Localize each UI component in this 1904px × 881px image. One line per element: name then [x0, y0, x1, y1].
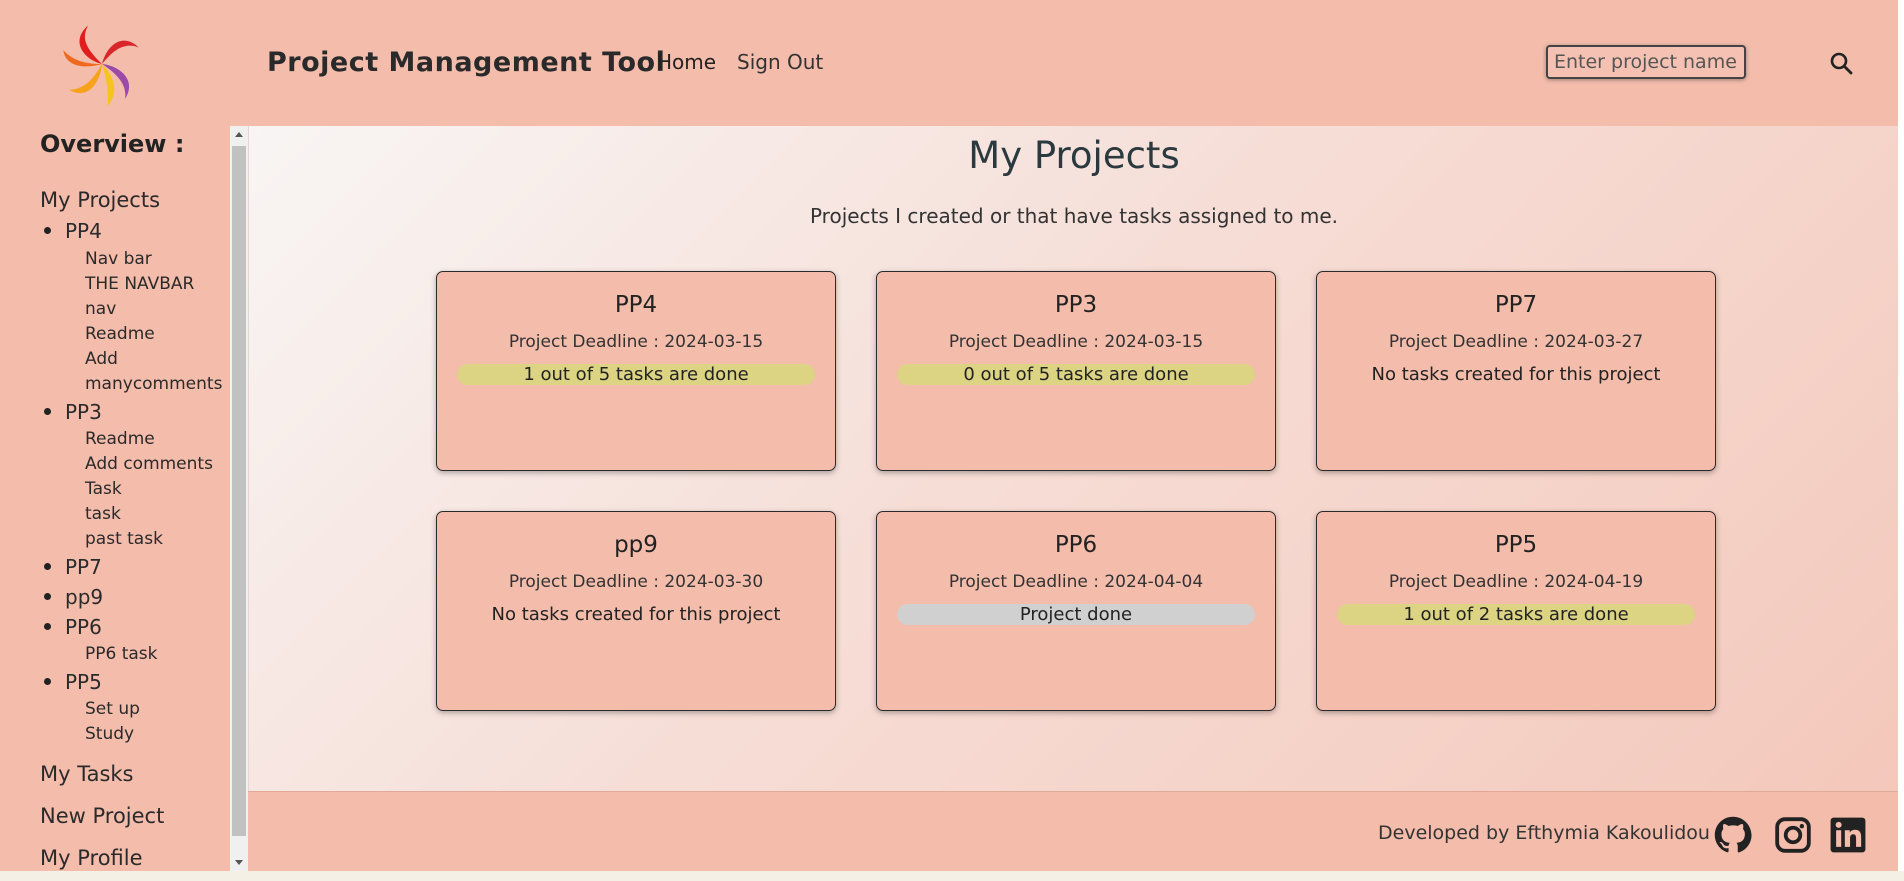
card-title: PP7 — [1494, 292, 1538, 318]
sidebar-my-tasks-link[interactable]: My Tasks — [40, 762, 134, 786]
page-title: My Projects — [968, 134, 1180, 177]
sidebar-project-pp4[interactable]: PP4 — [44, 219, 102, 243]
sidebar-task[interactable]: Task — [85, 477, 122, 502]
bullet — [44, 563, 51, 570]
sidebar-task[interactable]: nav — [85, 297, 116, 322]
sidebar: Overview : My Projects PP4 Nav bar THE N… — [0, 126, 230, 871]
sidebar-task[interactable]: THE NAVBAR — [85, 272, 194, 297]
bottom-edge — [0, 871, 1904, 881]
github-icon[interactable] — [1714, 816, 1752, 854]
card-status: No tasks created for this project — [491, 604, 781, 625]
search-icon[interactable] — [1829, 51, 1853, 75]
sidebar-task[interactable]: Add comments — [85, 452, 213, 477]
scroll-up-arrow-icon[interactable] — [230, 126, 248, 144]
project-card[interactable]: PP6 Project Deadline : 2024-04-04 Projec… — [876, 511, 1276, 711]
brand-title[interactable]: Project Management Tool — [267, 47, 665, 78]
project-card[interactable]: PP5 Project Deadline : 2024-04-19 1 out … — [1316, 511, 1716, 711]
sidebar-task[interactable]: Readme — [85, 427, 155, 452]
card-deadline: Project Deadline : 2024-03-15 — [508, 332, 764, 352]
instagram-icon[interactable] — [1774, 816, 1812, 854]
sidebar-scrollbar[interactable] — [230, 126, 248, 871]
top-navbar: Project Management Tool Home Sign Out — [0, 0, 1898, 126]
nav-signout-link[interactable]: Sign Out — [737, 50, 823, 74]
card-deadline: Project Deadline : 2024-03-27 — [1388, 332, 1644, 352]
card-status: 0 out of 5 tasks are done — [897, 364, 1255, 385]
sidebar-task[interactable]: Nav bar — [85, 247, 152, 272]
project-name: pp9 — [65, 585, 104, 609]
page-subtitle: Projects I created or that have tasks as… — [809, 204, 1339, 228]
sidebar-title: Overview : — [40, 130, 185, 158]
sidebar-task[interactable]: Add — [85, 347, 118, 372]
search-input[interactable] — [1546, 45, 1746, 79]
project-name: PP7 — [65, 555, 102, 579]
card-title: PP5 — [1494, 532, 1538, 558]
logo-icon[interactable] — [56, 18, 148, 110]
card-status: No tasks created for this project — [1371, 364, 1661, 385]
card-deadline: Project Deadline : 2024-04-19 — [1388, 572, 1644, 592]
project-name: PP6 — [65, 615, 102, 639]
project-card[interactable]: PP3 Project Deadline : 2024-03-15 0 out … — [876, 271, 1276, 471]
sidebar-my-profile-link[interactable]: My Profile — [40, 846, 143, 870]
sidebar-task[interactable]: PP6 task — [85, 642, 158, 667]
card-deadline: Project Deadline : 2024-04-04 — [948, 572, 1204, 592]
sidebar-my-projects-link[interactable]: My Projects — [40, 188, 160, 212]
sidebar-project-pp7[interactable]: PP7 — [44, 555, 102, 579]
card-title: PP6 — [1054, 532, 1098, 558]
bullet — [44, 623, 51, 630]
scroll-thumb[interactable] — [232, 146, 246, 836]
main-content: My Projects Projects I created or that h… — [248, 126, 1899, 791]
project-card[interactable]: PP4 Project Deadline : 2024-03-15 1 out … — [436, 271, 836, 471]
sidebar-project-pp9[interactable]: pp9 — [44, 585, 103, 609]
card-status: 1 out of 5 tasks are done — [457, 364, 815, 385]
card-title: PP4 — [614, 292, 658, 318]
card-title: pp9 — [614, 532, 658, 558]
card-deadline: Project Deadline : 2024-03-30 — [508, 572, 764, 592]
sidebar-task[interactable]: past task — [85, 527, 163, 552]
project-name: PP5 — [65, 670, 102, 694]
sidebar-task[interactable]: task — [85, 502, 121, 527]
nav-home-link[interactable]: Home — [657, 50, 716, 74]
project-name: PP3 — [65, 400, 102, 424]
sidebar-task[interactable]: Set up — [85, 697, 140, 722]
right-edge — [1898, 0, 1904, 871]
card-title: PP3 — [1054, 292, 1098, 318]
project-card[interactable]: pp9 Project Deadline : 2024-03-30 No tas… — [436, 511, 836, 711]
sidebar-project-pp6[interactable]: PP6 — [44, 615, 102, 639]
sidebar-project-pp3[interactable]: PP3 — [44, 400, 102, 424]
project-card[interactable]: PP7 Project Deadline : 2024-03-27 No tas… — [1316, 271, 1716, 471]
footer: Developed by Efthymia Kakoulidou — [248, 791, 1898, 872]
sidebar-task[interactable]: manycomments — [85, 372, 222, 397]
bullet — [44, 593, 51, 600]
footer-credit: Developed by Efthymia Kakoulidou — [1378, 822, 1710, 844]
card-status: Project done — [897, 604, 1255, 625]
card-status: 1 out of 2 tasks are done — [1337, 604, 1695, 625]
scroll-down-arrow-icon[interactable] — [230, 853, 248, 871]
project-name: PP4 — [65, 219, 102, 243]
sidebar-new-project-link[interactable]: New Project — [40, 804, 164, 828]
sidebar-task[interactable]: Readme — [85, 322, 155, 347]
linkedin-icon[interactable] — [1829, 816, 1867, 854]
sidebar-project-pp5[interactable]: PP5 — [44, 670, 102, 694]
bullet — [44, 408, 51, 415]
bullet — [44, 227, 51, 234]
bullet — [44, 678, 51, 685]
card-deadline: Project Deadline : 2024-03-15 — [948, 332, 1204, 352]
sidebar-task[interactable]: Study — [85, 722, 134, 747]
